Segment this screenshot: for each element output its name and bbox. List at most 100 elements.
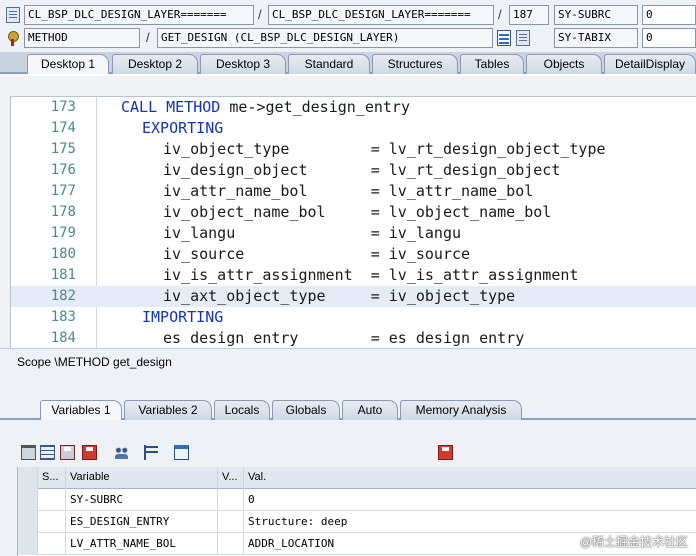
tab-memory-analysis[interactable]: Memory Analysis <box>400 400 522 420</box>
list-icon[interactable] <box>40 445 55 460</box>
status-cell <box>38 489 66 511</box>
source-code-editor: 173 CALL METHOD me->get_design_entry 174 EX… <box>0 76 696 348</box>
code-fragment: iv_object_name_bol = lv_object_name_bol <box>163 203 552 221</box>
event-name-field[interactable]: GET_DESIGN (CL_BSP_DLC_DESIGN_LAYER) <box>157 28 493 48</box>
tab-globals[interactable]: Globals <box>272 400 340 420</box>
editor-frame: 173 CALL METHOD me->get_design_entry 174 EX… <box>10 96 696 348</box>
code-text: iv_object_type = lv_rt_design_object_typ… <box>163 139 606 160</box>
value-cell[interactable]: Structure: deep <box>244 511 696 533</box>
line-number: 182 <box>50 288 76 304</box>
code-text: iv_source = iv_source <box>163 244 470 265</box>
code-line[interactable]: 177 iv_attr_name_bol = lv_attr_name_bol <box>11 181 696 202</box>
code-line[interactable]: 179 iv_langu = iv_langu <box>11 223 696 244</box>
code-line[interactable]: 174 EXPORTING <box>11 118 696 139</box>
code-fragment: iv_object_type = lv_rt_design_object_typ… <box>163 140 606 158</box>
line-number: 178 <box>50 204 76 220</box>
line-number-field[interactable]: 187 <box>509 5 549 25</box>
window-icon[interactable] <box>174 445 189 460</box>
code-keyword: CALL METHOD <box>121 98 221 116</box>
code-line[interactable]: 181 iv_is_attr_assignment = lv_is_attr_as… <box>11 265 696 286</box>
line-number: 176 <box>50 162 76 178</box>
code-text: iv_object_name_bol = lv_object_name_bol <box>163 202 551 223</box>
tab-detail-display[interactable]: DetailDisplay <box>604 54 696 74</box>
column-header-value[interactable]: Val. <box>244 467 696 489</box>
save-local-icon[interactable] <box>438 445 453 460</box>
code-fragment: iv_is_attr_assignment = lv_is_attr_assig… <box>163 266 579 284</box>
code-keyword: IMPORTING <box>142 308 224 326</box>
variable-name-cell[interactable]: SY-SUBRC <box>66 489 218 511</box>
separator: / <box>498 7 502 22</box>
code-line[interactable]: 182 iv_axt_object_type = iv_object_type <box>11 286 696 307</box>
code-fragment: iv_source = iv_source <box>163 245 471 263</box>
column-header-status[interactable]: S... <box>38 467 66 489</box>
tab-structures[interactable]: Structures <box>372 54 458 74</box>
sysvar-name-field-2[interactable]: SY-TABIX <box>554 28 638 48</box>
tab-desktop-3[interactable]: Desktop 3 <box>200 54 286 74</box>
line-number: 174 <box>50 120 76 136</box>
status-cell <box>38 511 66 533</box>
code-line[interactable]: 183 IMPORTING <box>11 307 696 328</box>
row-selector[interactable] <box>18 511 38 533</box>
debugger-header: CL_BSP_DLC_DESIGN_LAYER======= / CL_BSP_… <box>0 0 696 52</box>
line-number: 179 <box>50 225 76 241</box>
status-cell <box>38 533 66 555</box>
sysvar-value-field-2[interactable]: 0 <box>642 28 696 48</box>
table-row[interactable]: ES_DESIGN_ENTRY Structure: deep <box>18 511 696 533</box>
code-text: CALL METHOD me->get_design_entry <box>121 97 410 118</box>
save-red-icon[interactable] <box>82 445 97 460</box>
tab-variables-1[interactable]: Variables 1 <box>40 400 122 420</box>
tab-desktop-2[interactable]: Desktop 2 <box>112 54 198 74</box>
watermark: @稀土掘金技术社区 <box>579 535 688 549</box>
code-keyword: EXPORTING <box>142 119 224 137</box>
sysvar-value-field[interactable]: 0 <box>642 5 696 25</box>
code-line[interactable]: 175 iv_object_type = lv_rt_design_object_… <box>11 139 696 160</box>
tree-icon[interactable] <box>144 445 159 460</box>
code-line[interactable]: 178 iv_object_name_bol = lv_object_name_b… <box>11 202 696 223</box>
program-icon <box>6 7 20 23</box>
sysvar-name-field[interactable]: SY-SUBRC <box>554 5 638 25</box>
layout-icon[interactable] <box>497 30 511 46</box>
code-text: iv_attr_name_bol = lv_attr_name_bol <box>163 181 533 202</box>
delete-icon[interactable] <box>21 445 36 460</box>
hierarchy-icon[interactable] <box>114 445 129 460</box>
header-row-event: METHOD / GET_DESIGN (CL_BSP_DLC_DESIGN_L… <box>0 28 696 48</box>
save-icon[interactable] <box>60 445 75 460</box>
column-header-v[interactable]: V... <box>218 467 244 489</box>
line-number: 183 <box>50 309 76 325</box>
line-number: 184 <box>50 330 76 346</box>
v-cell <box>218 489 244 511</box>
code-fragment: es design entry = es design entry <box>163 329 525 347</box>
include-field[interactable]: CL_BSP_DLC_DESIGN_LAYER======= <box>268 5 494 25</box>
event-type-field[interactable]: METHOD <box>24 28 140 48</box>
table-header: S... Variable V... Val. <box>18 467 696 489</box>
code-line[interactable]: 180 iv_source = iv_source <box>11 244 696 265</box>
tab-desktop-1[interactable]: Desktop 1 <box>27 54 109 74</box>
value-cell[interactable]: 0 <box>244 489 696 511</box>
program-field[interactable]: CL_BSP_DLC_DESIGN_LAYER======= <box>24 5 254 25</box>
column-header-variable[interactable]: Variable <box>66 467 218 489</box>
variable-name-cell[interactable]: ES_DESIGN_ENTRY <box>66 511 218 533</box>
code-fragment: iv_attr_name_bol = lv_attr_name_bol <box>163 182 534 200</box>
tab-auto[interactable]: Auto <box>342 400 398 420</box>
tab-variables-2[interactable]: Variables 2 <box>124 400 212 420</box>
tab-standard[interactable]: Standard <box>288 54 370 74</box>
tab-locals[interactable]: Locals <box>214 400 270 420</box>
code-line[interactable]: 173 CALL METHOD me->get_design_entry <box>11 97 696 118</box>
v-cell <box>218 533 244 555</box>
line-number: 181 <box>50 267 76 283</box>
row-selector[interactable] <box>18 489 38 511</box>
details-icon[interactable] <box>516 30 530 46</box>
code-line[interactable]: 184 es design entry = es design entry <box>11 328 696 348</box>
code-fragment: iv_axt_object_type = iv_object_type <box>163 287 516 305</box>
row-selector-header[interactable] <box>18 467 38 489</box>
tab-objects[interactable]: Objects <box>526 54 602 74</box>
tab-tables[interactable]: Tables <box>460 54 524 74</box>
code-line[interactable]: 176 iv_design_object = lv_rt_design_objec… <box>11 160 696 181</box>
variable-name-cell[interactable]: LV_ATTR_NAME_BOL <box>66 533 218 555</box>
table-row[interactable]: SY-SUBRC 0 <box>18 489 696 511</box>
line-number: 177 <box>50 183 76 199</box>
row-selector[interactable] <box>18 533 38 555</box>
separator: / <box>146 30 150 45</box>
header-row-program: CL_BSP_DLC_DESIGN_LAYER======= / CL_BSP_… <box>0 5 696 25</box>
code-text: iv_axt_object_type = iv_object_type <box>163 286 515 307</box>
